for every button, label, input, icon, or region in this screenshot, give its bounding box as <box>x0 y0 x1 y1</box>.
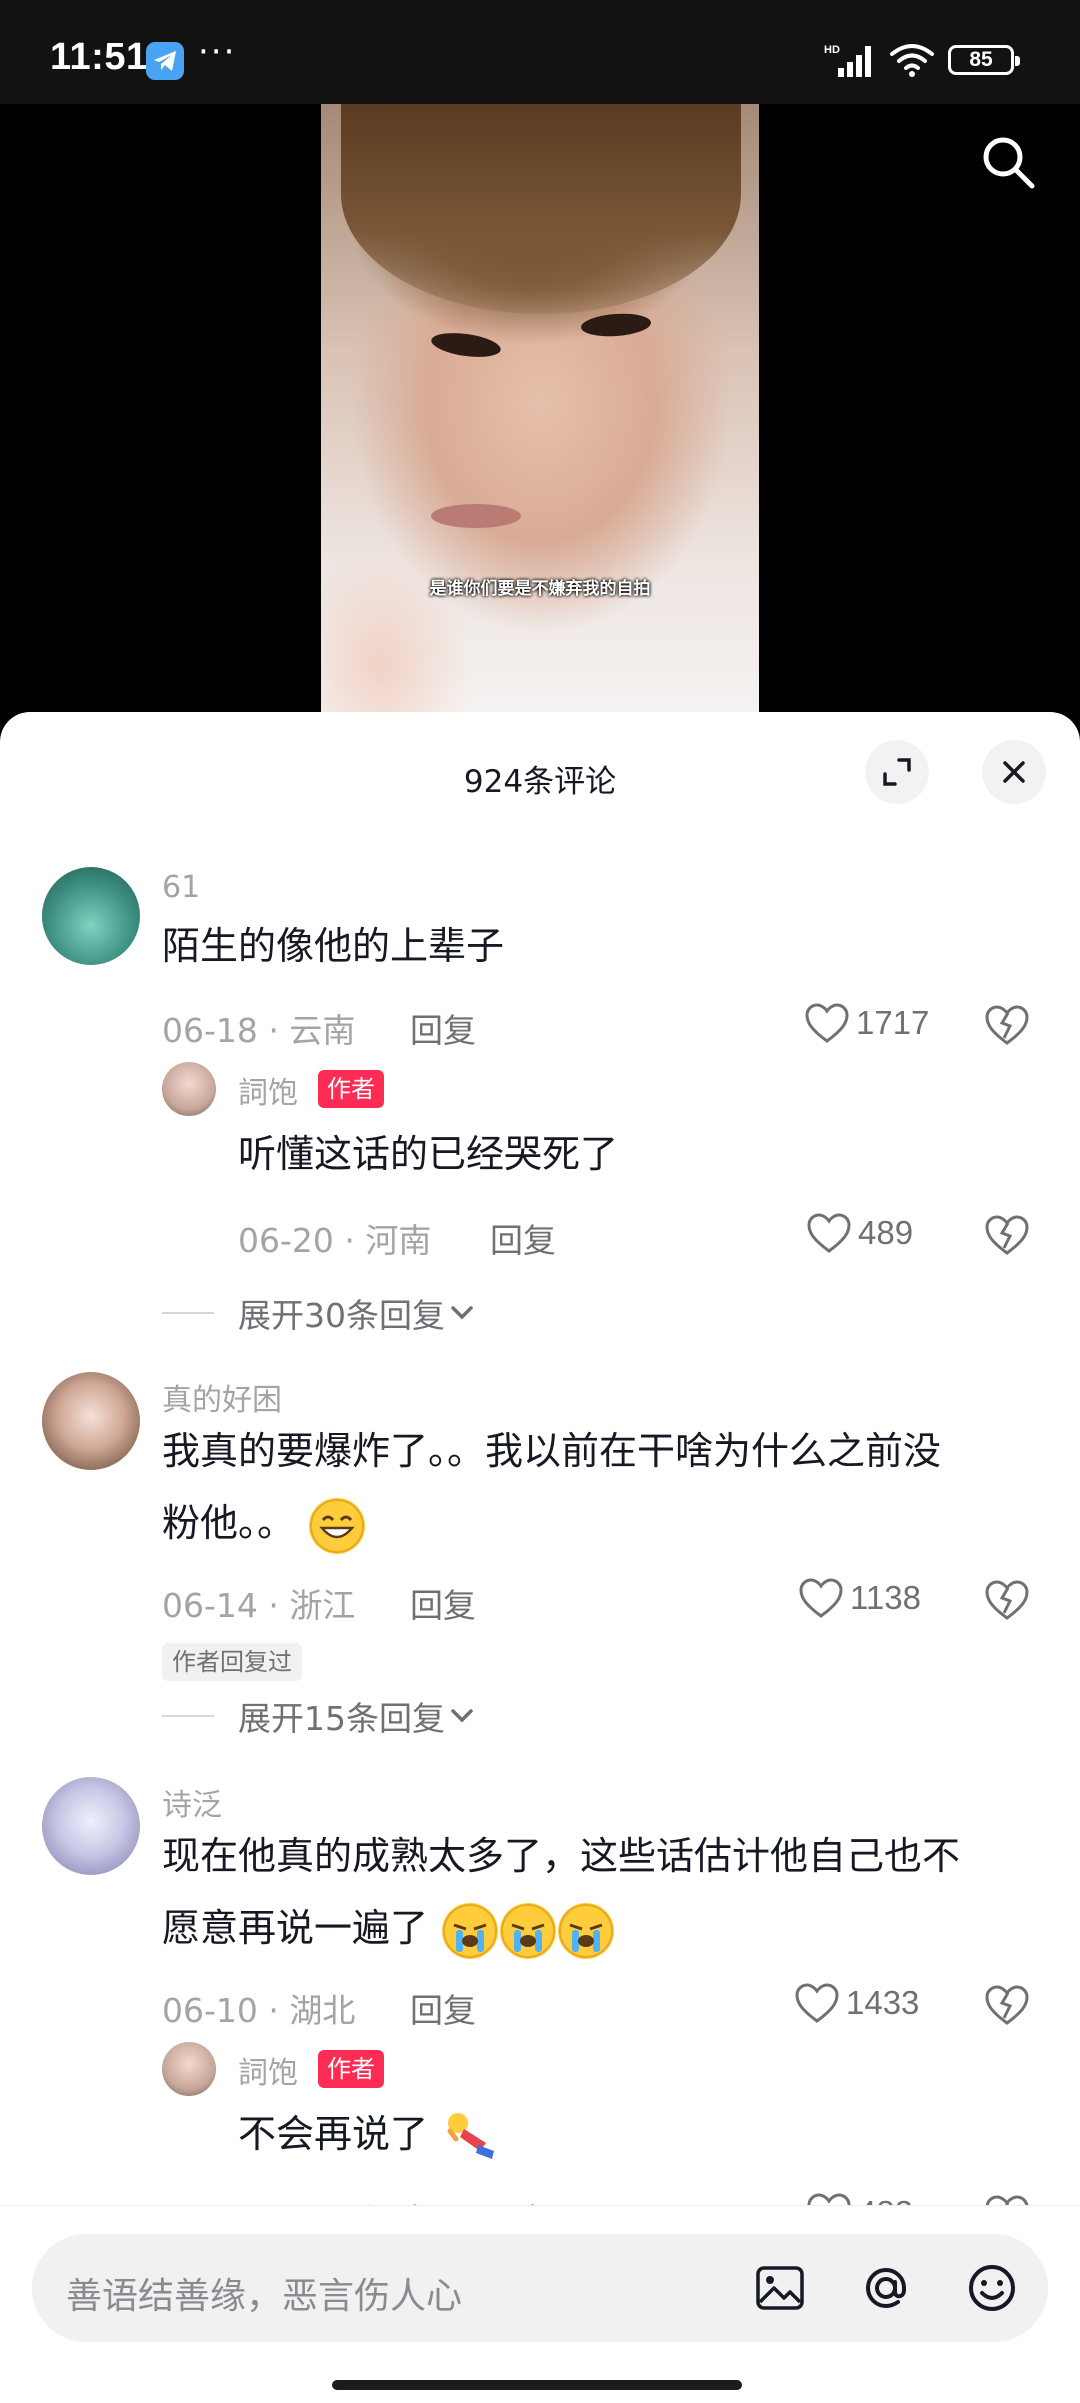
reply-button[interactable]: 回复 <box>410 1984 476 2032</box>
close-button[interactable] <box>982 740 1046 804</box>
comment-location: 浙江 <box>289 1586 356 1625</box>
heart-icon <box>807 1213 851 1253</box>
comment-date: 06-10 <box>162 1991 258 2030</box>
comment-date: 06-14 <box>162 1586 258 1625</box>
comment-text-line: 愿意再说一遍了 <box>162 1892 615 1964</box>
comment-input[interactable]: 善语结善缘，恶言伤人心 <box>32 2234 1048 2342</box>
like-button[interactable]: 1138 <box>798 1573 921 1623</box>
more-notifications-icon: ··· <box>198 32 237 72</box>
chevron-down-icon <box>451 1306 473 1320</box>
like-count: 1717 <box>856 1004 930 1041</box>
emoji-icon[interactable] <box>962 2258 1022 2318</box>
expand-icon <box>883 758 911 786</box>
reply-date-location: 06-20 · 河南 <box>238 1221 432 1260</box>
comment-input-placeholder: 善语结善缘，恶言伤人心 <box>66 2276 463 2317</box>
comment-text-line: 我真的要爆炸了。。我以前在干啥为什么之前没 <box>162 1429 942 1473</box>
comment-date-location: 06-18 · 云南 <box>162 1011 356 1050</box>
video-player[interactable]: 是谁你们要是不嫌弃我的自拍 <box>0 104 1080 724</box>
comment-date-location: 06-10 · 湖北 <box>162 1991 356 2030</box>
comment-text-line: 现在他真的成熟太多了，这些话估计他自己也不 <box>162 1834 961 1878</box>
grinning-face-emoji-icon <box>309 1497 366 1554</box>
comment-location: 云南 <box>289 1011 356 1050</box>
comment-text: 愿意再说一遍了 <box>162 1906 429 1950</box>
comment-sheet-header: 924条评论 <box>0 712 1080 842</box>
video-image-mouth <box>431 504 521 528</box>
comment-text: 粉他。。 <box>162 1501 296 1545</box>
comment-text: 陌生的像他的上辈子 <box>162 924 505 968</box>
home-indicator[interactable] <box>332 2380 742 2390</box>
falling-person-emoji-icon <box>442 2109 498 2165</box>
like-count: 1138 <box>850 1579 921 1616</box>
comment-date-location: 06-14 · 浙江 <box>162 1586 356 1625</box>
heart-icon <box>805 1003 849 1043</box>
comment-text-line: 粉他。。 <box>162 1487 366 1559</box>
like-button[interactable]: 1433 <box>794 1978 919 2028</box>
avatar[interactable] <box>42 1372 140 1470</box>
reply-avatar[interactable] <box>162 1062 216 1116</box>
reply-button[interactable]: 回复 <box>410 1004 476 1052</box>
author-replied-badge: 作者回复过 <box>162 1643 302 1681</box>
comment-date: 06-18 <box>162 1011 258 1050</box>
divider <box>162 1715 214 1717</box>
reply-username[interactable]: 詞饱 <box>238 1068 298 1112</box>
video-subtitle: 是谁你们要是不嫌弃我的自拍 <box>429 579 651 599</box>
video-image-eye <box>580 311 652 339</box>
author-badge: 作者 <box>318 1070 384 1108</box>
crying-face-emoji-icon <box>442 1902 499 1959</box>
video-image-hair <box>341 104 741 314</box>
reply-button[interactable]: 回复 <box>490 1214 556 1262</box>
reply-text: 不会再说了 <box>238 2112 429 2156</box>
like-button[interactable]: 489 <box>806 1208 913 1258</box>
expand-replies-label: 展开15条回复 <box>238 1699 445 1738</box>
avatar[interactable] <box>42 867 140 965</box>
video-frame[interactable]: 是谁你们要是不嫌弃我的自拍 <box>321 104 759 724</box>
wifi-icon <box>890 44 934 77</box>
telegram-icon <box>146 42 184 80</box>
reply-username[interactable]: 詞饱 <box>238 2048 298 2092</box>
reply-date: 06-20 <box>238 1221 334 1260</box>
chevron-down-icon <box>451 1709 473 1723</box>
status-time: 11:51 <box>50 36 148 78</box>
heart-icon <box>795 1983 839 2023</box>
status-bar: 11:51 ··· HD 85 <box>0 0 1080 104</box>
search-icon[interactable] <box>978 132 1038 192</box>
battery-indicator: 85 <box>948 45 1020 75</box>
heart-icon <box>799 1578 843 1618</box>
dislike-icon[interactable] <box>984 1577 1030 1623</box>
avatar[interactable] <box>42 1777 140 1875</box>
divider <box>162 1312 214 1314</box>
comment-sheet: 924条评论 61 陌生的像他的上辈子 06-18 · 云南 回复 1717 詞… <box>0 712 1080 2403</box>
author-badge: 作者 <box>318 2050 384 2088</box>
crying-face-emoji-icon <box>558 1902 615 1959</box>
status-indicators: HD 85 <box>824 40 1020 80</box>
reply-avatar[interactable] <box>162 2042 216 2096</box>
mention-icon[interactable] <box>856 2258 916 2318</box>
dislike-icon[interactable] <box>984 1212 1030 1258</box>
video-image-eye <box>429 329 503 361</box>
comment-input-bar: 善语结善缘，恶言伤人心 <box>0 2205 1080 2403</box>
reply-location: 河南 <box>365 1221 432 1260</box>
dislike-icon[interactable] <box>984 1002 1030 1048</box>
cellular-signal-icon: HD <box>824 44 871 77</box>
expand-replies-label: 展开30条回复 <box>238 1296 445 1335</box>
like-button[interactable]: 1717 <box>804 998 929 1048</box>
dislike-icon[interactable] <box>984 1982 1030 2028</box>
close-icon <box>1003 761 1025 783</box>
reply-text: 听懂这话的已经哭死了 <box>238 1132 619 1176</box>
fullscreen-button[interactable] <box>865 740 929 804</box>
comment-username[interactable]: 61 <box>162 870 200 905</box>
reply-text-line: 不会再说了 <box>238 2098 498 2170</box>
crying-face-emoji-icon <box>500 1902 557 1959</box>
svg-text:HD: HD <box>824 44 840 56</box>
like-count: 1433 <box>846 1984 920 2021</box>
expand-replies-button[interactable]: 展开15条回复 <box>162 1691 479 1741</box>
like-count: 489 <box>858 1214 914 1251</box>
comment-username[interactable]: 真的好困 <box>162 1375 282 1419</box>
comment-location: 湖北 <box>289 1991 356 2030</box>
image-icon[interactable] <box>750 2258 810 2318</box>
comment-username[interactable]: 诗泛 <box>162 1780 222 1824</box>
expand-replies-button[interactable]: 展开30条回复 <box>162 1288 479 1338</box>
reply-button[interactable]: 回复 <box>410 1579 476 1627</box>
